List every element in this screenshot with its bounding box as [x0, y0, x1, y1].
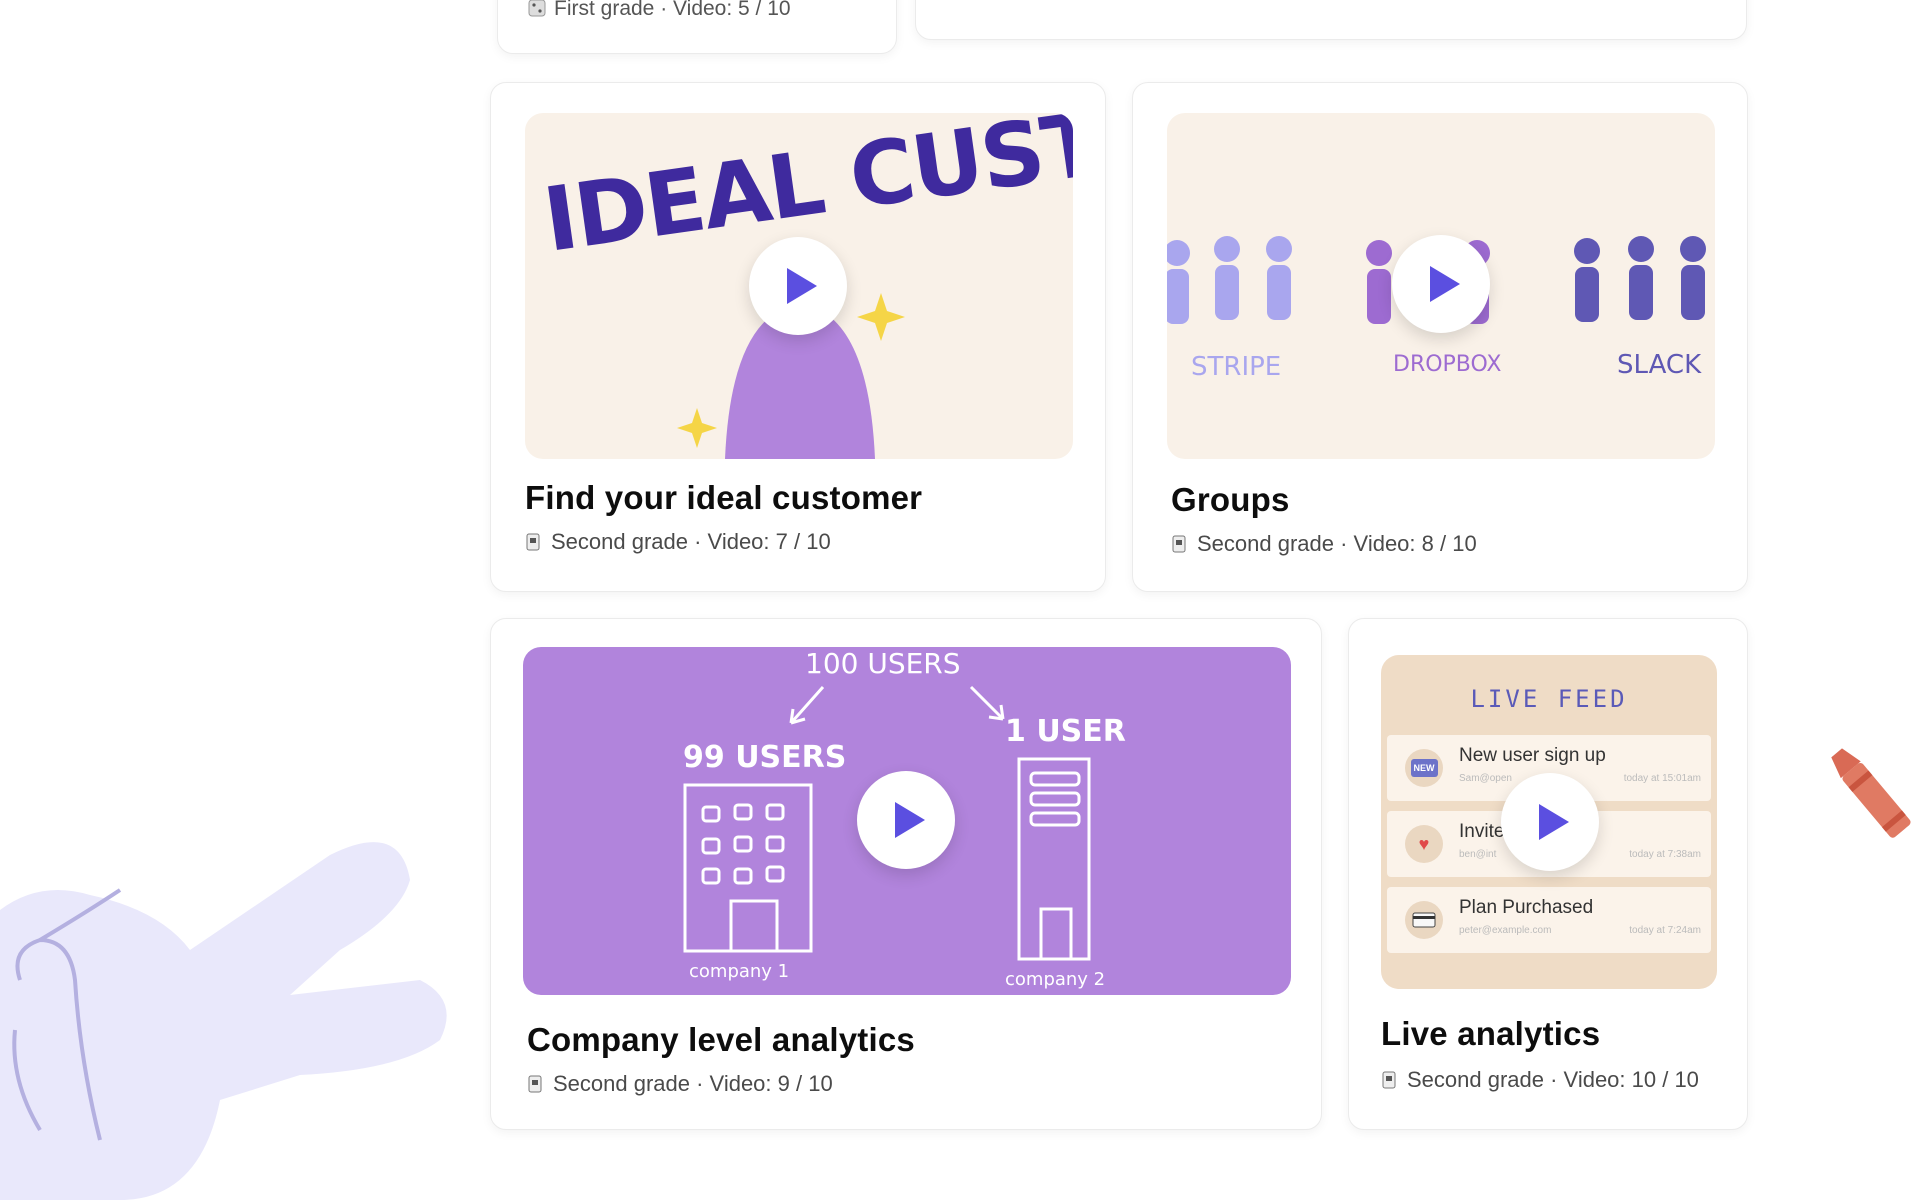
- video-card-previous-2[interactable]: [915, 0, 1747, 40]
- video-thumbnail[interactable]: LIVE FEED NEW New user sign up Sam@open …: [1381, 655, 1717, 989]
- play-button[interactable]: [1501, 773, 1599, 871]
- play-icon: [786, 268, 817, 304]
- grade-icon: [1171, 534, 1187, 554]
- card-meta: Second grade · Video: 10 / 10: [1381, 1067, 1699, 1093]
- video-card-company-analytics[interactable]: 100 USERS 99 USERS 1 USER company 1 comp…: [490, 618, 1322, 1130]
- card-meta: Second grade · Video: 9 / 10: [527, 1071, 833, 1097]
- credit-card-icon: [1405, 901, 1443, 939]
- thumb-label-dropbox: DROPBOX: [1393, 352, 1502, 377]
- card-title[interactable]: Live analytics: [1381, 1015, 1600, 1053]
- card-meta-text: Second grade · Video: 9 / 10: [553, 1071, 833, 1096]
- feed-item: Plan Purchased peter@example.com today a…: [1387, 887, 1711, 953]
- thumb-label-stripe: STRIPE: [1191, 352, 1281, 382]
- video-card-groups[interactable]: STRIPE DROPBOX SLACK Groups Second grade…: [1132, 82, 1748, 592]
- thumb-label-slack: SLACK: [1617, 350, 1702, 380]
- play-button[interactable]: [749, 237, 847, 335]
- video-card-live-analytics[interactable]: LIVE FEED NEW New user sign up Sam@open …: [1348, 618, 1748, 1130]
- card-meta: Second grade · Video: 7 / 10: [525, 529, 831, 555]
- card-title[interactable]: Find your ideal customer: [525, 479, 922, 517]
- crayon-illustration: [1831, 748, 1911, 838]
- video-thumbnail[interactable]: STRIPE DROPBOX SLACK: [1167, 113, 1715, 459]
- feed-item-text: New user sign up: [1459, 745, 1606, 766]
- feed-item-sub: ben@int: [1459, 849, 1497, 860]
- grade-icon: [525, 532, 541, 552]
- feed-item-sub: peter@example.com: [1459, 925, 1552, 936]
- card-meta-text: Second grade · Video: 10 / 10: [1407, 1067, 1699, 1092]
- feed-item-time: today at 7:38am: [1629, 849, 1701, 860]
- thumb-caption-left: company 1: [689, 961, 789, 982]
- card-meta-text: Second grade · Video: 8 / 10: [1197, 531, 1477, 556]
- feed-item-text: Invite: [1459, 821, 1505, 842]
- card-meta: Second grade · Video: 8 / 10: [1171, 531, 1477, 557]
- video-card-ideal-customer[interactable]: IDEAL CUSTOMER Find your ideal customer …: [490, 82, 1106, 592]
- card-meta: First grade · Video: 5 / 10: [528, 0, 791, 21]
- card-meta-text: First grade · Video: 5 / 10: [554, 0, 791, 20]
- play-icon: [1538, 804, 1569, 840]
- hand-illustration: [0, 842, 447, 1200]
- thumb-caption-right: company 2: [1005, 969, 1105, 990]
- card-title[interactable]: Company level analytics: [527, 1021, 915, 1059]
- feed-item-text: Plan Purchased: [1459, 897, 1594, 918]
- feed-item-time: today at 15:01am: [1623, 773, 1701, 784]
- card-meta-text: Second grade · Video: 7 / 10: [551, 529, 831, 554]
- heart-icon: ♥: [1405, 825, 1443, 863]
- video-thumbnail[interactable]: 100 USERS 99 USERS 1 USER company 1 comp…: [523, 647, 1291, 995]
- feed-item-time: today at 7:24am: [1629, 925, 1701, 936]
- new-badge-icon: NEW: [1405, 749, 1443, 787]
- video-thumbnail[interactable]: IDEAL CUSTOMER: [525, 113, 1073, 459]
- dice-icon: [528, 0, 546, 19]
- play-button[interactable]: [1392, 235, 1490, 333]
- thumb-label-left: 99 USERS: [683, 740, 846, 775]
- card-title[interactable]: Groups: [1171, 481, 1290, 519]
- thumb-label-right: 1 USER: [1005, 714, 1126, 749]
- play-button[interactable]: [857, 771, 955, 869]
- thumb-label-top: 100 USERS: [805, 647, 961, 680]
- feed-item-sub: Sam@open: [1459, 773, 1512, 784]
- play-icon: [894, 802, 925, 838]
- new-badge: NEW: [1410, 759, 1438, 777]
- play-icon: [1429, 266, 1460, 302]
- grade-icon: [1381, 1070, 1397, 1090]
- grade-icon: [527, 1074, 543, 1094]
- feed-title: LIVE FEED: [1470, 685, 1628, 713]
- video-card-previous[interactable]: First grade · Video: 5 / 10: [497, 0, 897, 54]
